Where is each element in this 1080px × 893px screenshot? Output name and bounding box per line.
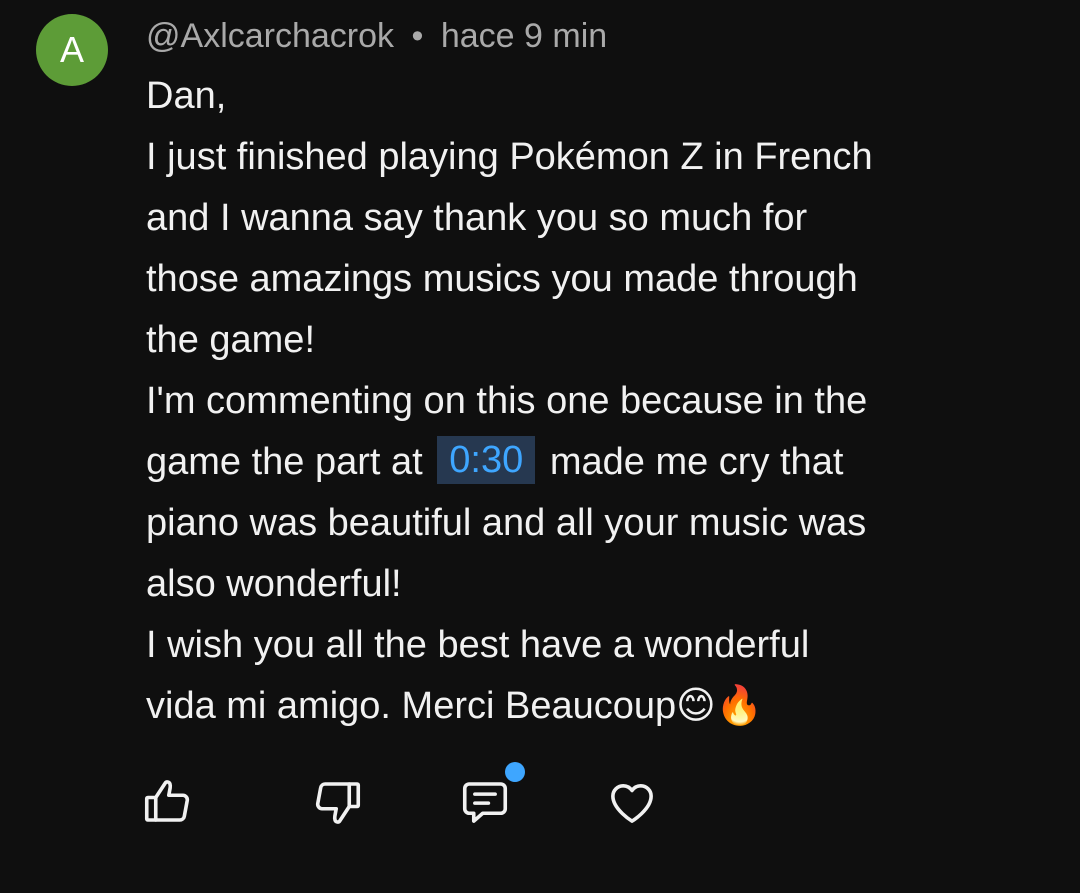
comment-line: also wonderful! [146,563,402,605]
comment-line: and I wanna say thank you so much for [146,197,808,239]
comment-header: @Axlcarchacrok • hace 9 min [146,14,607,58]
comment-body: Dan, I just finished playing Pokémon Z i… [146,66,1046,737]
heart-icon [611,784,653,823]
dislike-button[interactable] [306,770,370,834]
comment-actions [0,770,1080,840]
comment-text: game the part at [146,441,423,483]
timestamp-link[interactable]: 0:30 [437,436,536,484]
comment-line-with-timestamp: game the part at 0:30 made me cry that [146,432,1046,493]
reply-button[interactable] [453,770,517,834]
comment-time: hace 9 min [440,17,608,55]
heart-button[interactable] [600,770,664,834]
notification-dot [505,762,525,782]
header-separator: • [411,17,424,55]
avatar-letter: A [59,29,84,70]
avatar[interactable]: A [36,14,108,86]
comment-line: I wish you all the best have a wonderful [146,624,810,666]
thumbs-up-icon [144,780,190,822]
comment-line: Dan, [146,75,227,117]
comment-line: vida mi amigo. Merci Beaucoup😊🔥 [146,685,764,727]
author-handle[interactable]: @Axlcarchacrok [146,17,394,55]
comment-line: those amazings musics you made through [146,258,858,300]
comment-text: made me cry that [549,441,844,483]
comment-icon [462,782,508,823]
like-button[interactable] [135,770,199,834]
comment-line: piano was beautiful and all your music w… [146,502,867,544]
comment-line: I just finished playing Pokémon Z in Fre… [146,136,873,178]
thumbs-down-icon [315,782,361,824]
comment-line: I'm commenting on this one because in th… [146,380,868,422]
comment-line: the game! [146,319,315,361]
